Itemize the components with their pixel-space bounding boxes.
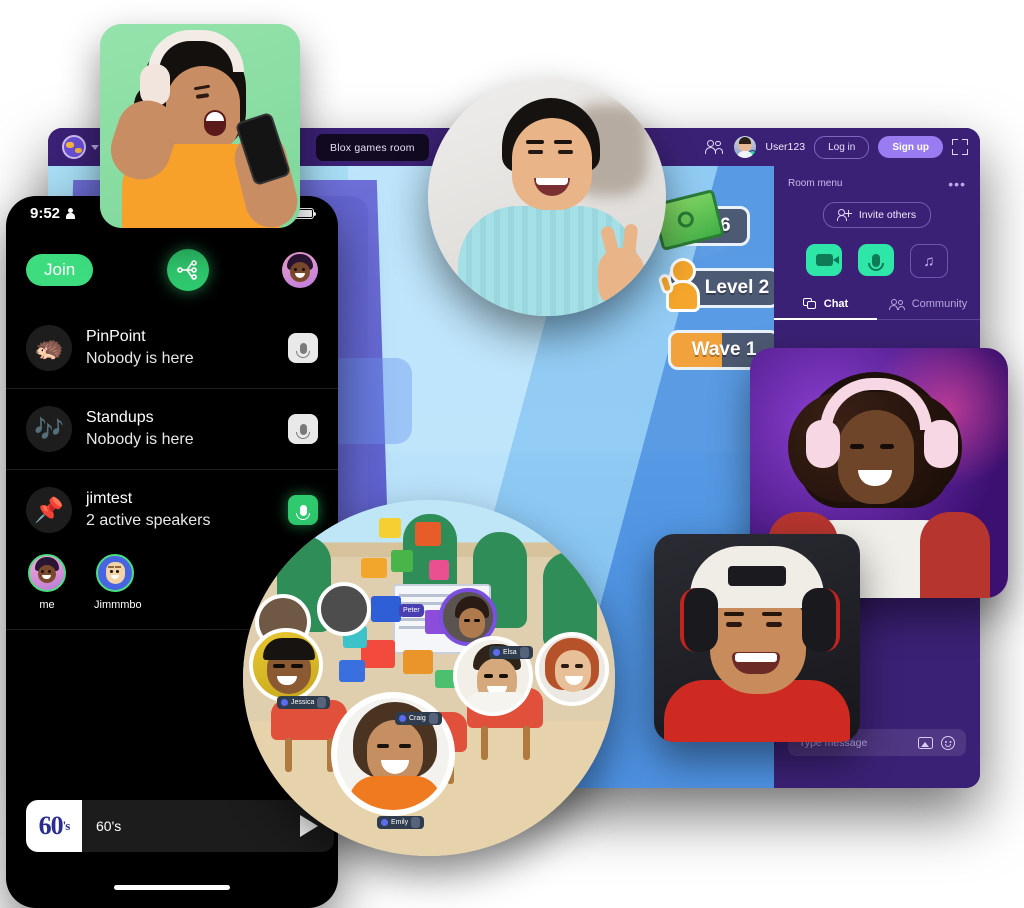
- home-indicator: [114, 885, 230, 890]
- room-emoji: 📌: [26, 487, 72, 533]
- hud-money: 46: [651, 188, 776, 252]
- cover-sup: 's: [62, 818, 71, 833]
- avatar: [28, 554, 66, 592]
- status-time: 9:52: [30, 204, 61, 222]
- workspace-switcher[interactable]: [62, 135, 99, 159]
- tab-community[interactable]: Community: [877, 298, 980, 319]
- room-emoji: 🎶: [26, 406, 72, 452]
- hud-level: Level 2: [657, 258, 776, 312]
- avatar[interactable]: [282, 252, 318, 288]
- room-tab[interactable]: Blox games room: [316, 134, 429, 161]
- chat-icon: [802, 298, 817, 310]
- microphone-icon: [868, 253, 884, 271]
- topbar-right: User123 Log in Sign up: [705, 128, 968, 166]
- participant-tile[interactable]: [331, 692, 455, 816]
- speaker-item[interactable]: Jimmmbo: [94, 554, 142, 611]
- login-button[interactable]: Log in: [814, 135, 870, 159]
- cover-main: 60: [38, 811, 64, 840]
- user-avatar[interactable]: [734, 136, 757, 158]
- chevron-down-icon: [91, 144, 99, 150]
- sidebar-controls: ♫: [774, 244, 980, 278]
- room-status: Nobody is here: [86, 431, 194, 448]
- video-tile-singer: [100, 24, 300, 228]
- room-name: Standups: [86, 409, 154, 427]
- player-icon: [657, 258, 706, 316]
- participant-name: Peter: [403, 607, 420, 614]
- music-button[interactable]: ♫: [910, 244, 948, 278]
- sidebar-more-button[interactable]: •••: [948, 177, 966, 191]
- camera-icon: [815, 254, 839, 266]
- video-tile-capped-gamer: [654, 534, 860, 742]
- speaker-item[interactable]: me: [26, 554, 68, 611]
- music-note-icon: ♫: [923, 252, 935, 270]
- participant-nametag: Elsa: [489, 646, 533, 659]
- video-bubble-virtual-room: Jessica Craig Emily Elsa Peter: [243, 500, 615, 856]
- mic-button[interactable]: [288, 414, 318, 444]
- participant-nametag: Craig: [395, 712, 442, 725]
- invite-others-button[interactable]: Invite others: [822, 202, 932, 228]
- signup-button[interactable]: Sign up: [878, 136, 943, 158]
- invite-others-label: Invite others: [858, 209, 917, 221]
- online-dot: [748, 150, 757, 158]
- participant-nametag: Peter: [399, 604, 424, 617]
- sidebar-header: Room menu •••: [774, 166, 980, 191]
- mic-button[interactable]: [288, 333, 318, 363]
- album-cover: 60's: [26, 800, 82, 852]
- participant-name: Elsa: [503, 649, 517, 656]
- join-button[interactable]: Join: [26, 254, 94, 286]
- room-tab-label: Blox games room: [330, 141, 415, 154]
- sidebar-tabs: Chat Community: [774, 298, 980, 320]
- participant-tile[interactable]: [317, 582, 371, 636]
- participant-name: Emily: [391, 819, 409, 826]
- image-icon[interactable]: [918, 736, 933, 749]
- participant-nametag: Emily: [377, 816, 425, 829]
- camera-toggle-button[interactable]: [806, 244, 842, 276]
- globe-icon: [62, 135, 86, 159]
- video-bubble-peace-sign: [428, 78, 666, 316]
- people-icon[interactable]: [705, 139, 725, 155]
- tab-active-underline: [774, 318, 877, 320]
- microphone-toggle-button[interactable]: [858, 244, 894, 276]
- level-label: Level 2: [704, 277, 770, 298]
- tab-chat[interactable]: Chat: [774, 298, 877, 319]
- avatar: [96, 554, 134, 592]
- phone-header: Join: [6, 240, 338, 300]
- expand-icon[interactable]: [952, 139, 968, 155]
- sidebar-title: Room menu: [788, 178, 843, 189]
- room-emoji: 🦔: [26, 325, 72, 371]
- username-label: User123: [765, 141, 806, 153]
- participant-tile[interactable]: [249, 628, 323, 702]
- list-item[interactable]: 🦔 PinPoint Nobody is here: [6, 308, 338, 389]
- wave-label: Wave 1: [691, 339, 757, 360]
- user-plus-icon: [836, 209, 852, 221]
- community-icon: [889, 298, 905, 310]
- room-status: Nobody is here: [86, 350, 194, 367]
- emoji-icon[interactable]: [941, 735, 955, 750]
- person-icon: [66, 207, 76, 219]
- list-item[interactable]: 🎶 Standups Nobody is here: [6, 389, 338, 470]
- participant-name: Jessica: [291, 699, 315, 706]
- participant-nametag: Jessica: [277, 696, 331, 709]
- speaker-name: me: [39, 599, 55, 611]
- screenshot-stage: 46 Level 2 Wave 1 Room menu ••• I: [0, 0, 1024, 908]
- room-name: PinPoint: [86, 328, 146, 346]
- tab-community-label: Community: [911, 298, 968, 310]
- participant-tile[interactable]: [535, 632, 609, 706]
- tab-chat-label: Chat: [823, 298, 849, 310]
- share-network-icon[interactable]: [166, 249, 209, 291]
- speaker-name: Jimmmbo: [94, 599, 142, 611]
- participant-name: Craig: [409, 715, 426, 722]
